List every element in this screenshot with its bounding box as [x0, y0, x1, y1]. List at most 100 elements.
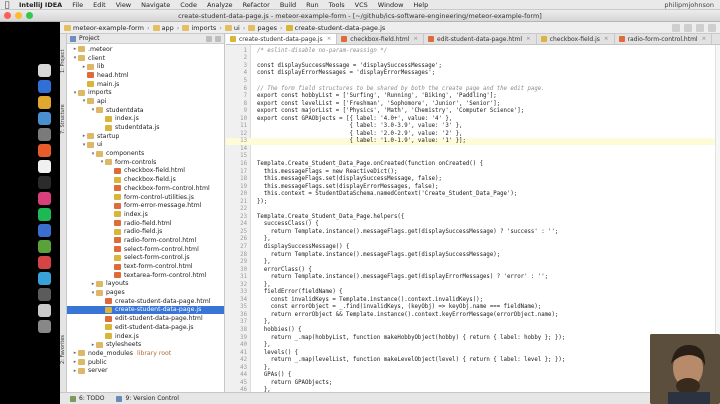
editor-tab[interactable]: checkbox-field.html × — [337, 34, 425, 44]
menu-item-analyze[interactable]: Analyze — [202, 1, 238, 9]
chrome-icon[interactable] — [38, 96, 51, 109]
menu-item-tools[interactable]: Tools — [324, 1, 350, 9]
tree-folder[interactable]: ▾ studentdata — [67, 106, 224, 115]
bottom-tool-button[interactable]: 9: Version Control — [116, 395, 179, 402]
tree-folder[interactable]: ▾ pages — [67, 288, 224, 297]
tree-file[interactable]: select-form-control.html — [67, 245, 224, 254]
app-icon[interactable] — [38, 304, 51, 317]
tree-file[interactable]: radio-field.js — [67, 227, 224, 236]
menubar-user[interactable]: philipmjohnson — [664, 1, 720, 9]
menu-item-help[interactable]: Help — [408, 1, 433, 9]
tree-file[interactable]: studentdata.js — [67, 123, 224, 132]
project-panel-title[interactable]: Project — [79, 35, 100, 42]
editor-tab[interactable]: edit-student-data-page.html × — [424, 34, 537, 44]
menu-item-navigate[interactable]: Navigate — [136, 1, 175, 9]
tree-file[interactable]: create-student-data-page.html — [67, 297, 224, 306]
menu-item-refactor[interactable]: Refactor — [238, 1, 275, 9]
menu-item-view[interactable]: View — [111, 1, 136, 9]
tree-folder[interactable]: ▾ components — [67, 149, 224, 158]
search-icon[interactable] — [708, 23, 716, 32]
tree-file[interactable]: textarea-form-control.html — [67, 271, 224, 280]
app-icon[interactable] — [38, 144, 51, 157]
code-editor[interactable]: 1 /* eslint-disable no-param-reassign */ 2… — [226, 45, 720, 392]
app-icon[interactable] — [38, 272, 51, 285]
tree-file[interactable]: edit-student-data-page.html — [67, 314, 224, 323]
tree-file[interactable]: index.js — [67, 115, 224, 124]
tree-folder[interactable]: ▾ client — [67, 54, 224, 63]
finder-icon[interactable] — [38, 64, 51, 77]
breadcrumb-item[interactable]: imports › — [182, 24, 224, 32]
tree-file[interactable]: checkbox-field.html — [67, 167, 224, 176]
tree-folder[interactable]: ▸ stylesheets — [67, 340, 224, 349]
breadcrumb-item[interactable]: pages › — [248, 24, 285, 32]
tree-folder[interactable]: ▾ imports — [67, 88, 224, 97]
breadcrumb-item[interactable]: meteor-example-form › — [64, 24, 153, 32]
tree-file[interactable]: main.js — [67, 80, 224, 89]
app-icon[interactable] — [38, 240, 51, 253]
breadcrumb-item[interactable]: create-student-data-page.js — [285, 24, 385, 32]
app-icon[interactable] — [38, 256, 51, 269]
trash-icon[interactable] — [38, 320, 51, 333]
tree-file[interactable]: head.html — [67, 71, 224, 80]
tree-file[interactable]: index.js — [67, 332, 224, 341]
tree-folder[interactable]: ▾ ui — [67, 141, 224, 150]
tree-file[interactable]: form-control-utilities.js — [67, 193, 224, 202]
tree-file[interactable]: select-form-control.js — [67, 254, 224, 263]
tree-file[interactable]: text-form-control.html — [67, 262, 224, 271]
app-icon[interactable] — [38, 288, 51, 301]
menu-app-name[interactable]: IntelliJ IDEA — [14, 1, 67, 9]
vcs-icon[interactable] — [696, 23, 704, 32]
menu-item-file[interactable]: File — [67, 1, 88, 9]
breadcrumb-item[interactable]: app › — [152, 24, 183, 32]
close-icon[interactable]: × — [702, 36, 707, 42]
tree-file[interactable]: form-error-message.html — [67, 201, 224, 210]
tree-folder[interactable]: ▸ node_modules library root — [67, 349, 224, 358]
debug-icon[interactable] — [684, 23, 692, 32]
tree-folder[interactable]: ▸ layouts — [67, 280, 224, 289]
tree-file[interactable]: radio-form-control.html — [67, 236, 224, 245]
close-icon[interactable]: × — [327, 36, 332, 42]
tree-file[interactable]: checkbox-form-control.html — [67, 184, 224, 193]
app-icon[interactable] — [38, 128, 51, 141]
intellij-icon[interactable] — [38, 192, 51, 205]
tree-file[interactable]: checkbox-field.js — [67, 175, 224, 184]
app-icon[interactable] — [38, 224, 51, 237]
apple-icon[interactable]:  — [0, 0, 14, 9]
tree-file[interactable]: radio-field.html — [67, 219, 224, 228]
tree-folder[interactable]: ▾ form-controls — [67, 158, 224, 167]
tree-file[interactable]: index.js — [67, 210, 224, 219]
editor-tab[interactable]: create-student-data-page.js × — [226, 34, 338, 44]
tree-folder[interactable]: ▸ .meteor — [67, 45, 224, 54]
calendar-icon[interactable] — [38, 160, 51, 173]
settings-icon[interactable] — [206, 35, 212, 42]
close-icon[interactable]: × — [413, 36, 418, 42]
tree-file[interactable]: create-student-data-page.js — [67, 305, 224, 315]
tree-folder[interactable]: ▾ api — [67, 97, 224, 106]
project-tool-button[interactable]: 1: Project — [60, 38, 67, 84]
mail-icon[interactable] — [38, 112, 51, 125]
close-icon[interactable]: × — [526, 36, 531, 42]
tree-folder[interactable]: ▸ server — [67, 366, 224, 375]
menu-item-run[interactable]: Run — [301, 1, 323, 9]
tree-folder[interactable]: ▸ startup — [67, 132, 224, 141]
menu-item-window[interactable]: Window — [373, 1, 409, 9]
editor-tab[interactable]: radio-form-control.html × — [615, 34, 713, 44]
run-icon[interactable] — [672, 23, 680, 32]
tree-folder[interactable]: ▸ public — [67, 358, 224, 367]
close-icon[interactable]: × — [604, 36, 609, 42]
menu-item-edit[interactable]: Edit — [88, 1, 111, 9]
menu-item-build[interactable]: Build — [275, 1, 301, 9]
safari-icon[interactable] — [38, 80, 51, 93]
menu-item-code[interactable]: Code — [175, 1, 202, 9]
spotify-icon[interactable] — [38, 208, 51, 221]
tree-file[interactable]: edit-student-data-page.js — [67, 323, 224, 332]
menu-item-vcs[interactable]: VCS — [350, 1, 373, 9]
terminal-icon[interactable] — [38, 176, 51, 189]
editor-tab[interactable]: checkbox-field.js × — [537, 34, 615, 44]
favorites-tool-button[interactable]: 2: Favorites — [60, 324, 67, 374]
hide-icon[interactable] — [215, 35, 221, 42]
tree-folder[interactable]: ▸ lib — [67, 62, 224, 71]
structure-tool-button[interactable]: 7: Structure — [60, 94, 67, 144]
bottom-tool-button[interactable]: 6: TODO — [70, 395, 104, 402]
breadcrumb-item[interactable]: ui › — [224, 24, 249, 32]
